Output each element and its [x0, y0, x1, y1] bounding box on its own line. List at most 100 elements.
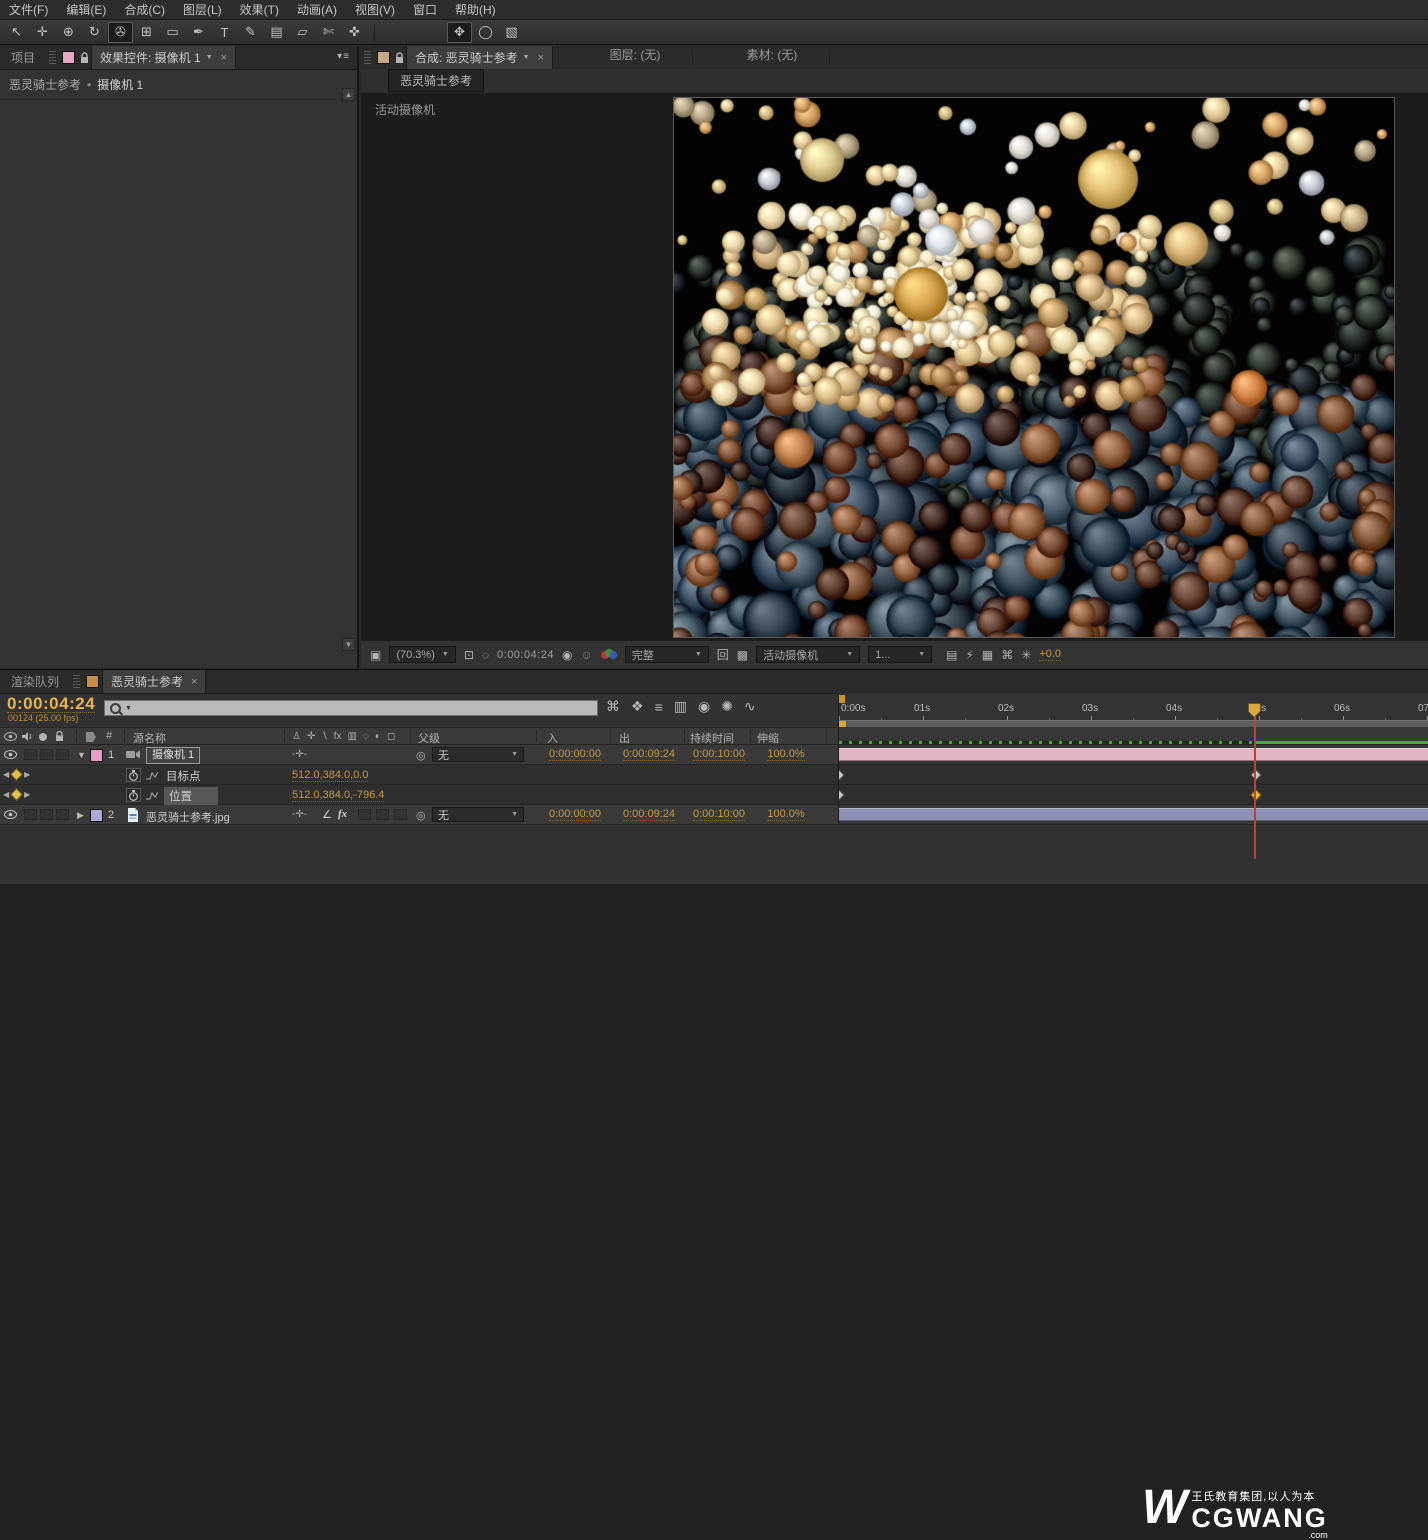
eye-column-icon[interactable] — [4, 732, 17, 741]
shy-column-icon[interactable]: ♙ — [292, 731, 301, 742]
3d-column-icon[interactable]: ◻ — [387, 731, 395, 742]
next-keyframe-icon[interactable]: ▶ — [24, 790, 30, 799]
graph-toggle-icon[interactable] — [146, 771, 158, 780]
motion-blur-column-icon[interactable]: ◌ — [363, 731, 369, 742]
tab-effect-controls[interactable]: 效果控件: 摄像机 1 ▼ × — [91, 46, 236, 69]
eye-icon[interactable] — [4, 810, 17, 819]
brush-tool-icon[interactable]: ✎ — [238, 22, 263, 43]
layer-source-name[interactable]: 恶灵骑士参考.jpg — [146, 809, 230, 825]
graph-editor-icon[interactable]: ∿ — [744, 698, 756, 715]
motion-blur-toggle[interactable] — [376, 809, 389, 820]
layer-track[interactable] — [838, 745, 1428, 765]
comp-breadcrumb-button[interactable]: 恶灵骑士参考 — [388, 69, 484, 92]
out-column-header[interactable]: 出 — [619, 730, 630, 746]
property-value[interactable]: 512.0,384.0,-796.4 — [292, 789, 384, 802]
clone-stamp-tool-icon[interactable]: ▤ — [264, 22, 289, 43]
panel-gripper[interactable] — [364, 51, 371, 64]
keyframe-diamond[interactable] — [838, 769, 845, 780]
hand-tool-icon[interactable]: ✛ — [30, 22, 55, 43]
quality-switch-icon[interactable]: ∠ — [322, 808, 332, 821]
previous-keyframe-icon[interactable]: ◀ — [3, 790, 9, 799]
roto-brush-tool-icon[interactable]: ✄ — [316, 22, 341, 43]
table-row-property-poi[interactable]: ◀ ▶ 目标点 512.0,384.0,0.0 — [0, 765, 1428, 785]
viewer-timecode[interactable]: 0:00:04:24 — [497, 649, 554, 661]
playhead-line[interactable] — [1254, 716, 1256, 859]
layer-duration[interactable]: 0:00:10:00 — [693, 748, 745, 761]
comp-marker-bin[interactable] — [839, 695, 845, 703]
panel-menu-icon[interactable]: ▾≡ — [337, 51, 350, 62]
lock-column-icon[interactable] — [55, 731, 64, 742]
menu-item-7[interactable]: 窗口 — [404, 0, 446, 20]
tab-timeline-comp[interactable]: 恶灵骑士参考 × — [102, 670, 206, 693]
menu-item-2[interactable]: 合成(C) — [115, 0, 174, 20]
motion-blur-icon[interactable]: ◉ — [698, 698, 710, 715]
pick-whip-icon[interactable]: ◎ — [416, 749, 426, 762]
panel-gripper[interactable] — [49, 51, 56, 64]
previous-keyframe-icon[interactable]: ◀ — [3, 770, 9, 779]
parent-dropdown[interactable]: 无 ▼ — [432, 747, 524, 762]
work-area-bar[interactable] — [839, 720, 1428, 727]
expand-triangle-icon[interactable]: ▶ — [77, 810, 84, 821]
menu-item-4[interactable]: 效果(T) — [231, 0, 288, 20]
comp-mini-flowchart-icon[interactable]: ⌘ — [606, 698, 620, 715]
pick-whip-icon[interactable]: ◎ — [416, 809, 426, 822]
puppet-pin-tool-icon[interactable]: ✜ — [342, 22, 367, 43]
breadcrumb-comp-name[interactable]: 恶灵骑士参考 — [9, 78, 81, 92]
keyframe-navigator[interactable]: ◀ ▶ — [3, 790, 30, 799]
eye-icon[interactable] — [4, 750, 17, 759]
transparency-grid-icon[interactable]: ▩ — [737, 648, 748, 662]
collapse-column-icon[interactable]: ✛ — [307, 731, 315, 742]
duration-column-header[interactable]: 持续时间 — [690, 730, 734, 746]
stopwatch-icon[interactable] — [126, 768, 141, 782]
camera-tool-icon[interactable]: ✇ — [108, 22, 133, 43]
index-column-header[interactable]: # — [106, 730, 112, 742]
show-channels-icon[interactable] — [601, 649, 617, 661]
comp-flowchart-icon[interactable]: ⌘ — [1001, 648, 1013, 662]
view-axis-mode-icon[interactable]: ▧ — [499, 22, 524, 43]
source-name-column-header[interactable]: 源名称 — [133, 730, 166, 746]
adjustment-column-icon[interactable]: ◐ — [375, 731, 381, 742]
world-axis-mode-icon[interactable]: ◯ — [473, 22, 498, 43]
parent-dropdown[interactable]: 无 ▼ — [432, 807, 524, 822]
selection-tool-icon[interactable]: ↖ — [4, 22, 29, 43]
safe-zones-icon[interactable]: ⊡ — [464, 648, 474, 662]
view-layout-dropdown[interactable]: 1... ▼ — [868, 646, 932, 663]
exposure-value[interactable]: +0.0 — [1039, 648, 1061, 661]
zoom-tool-icon[interactable]: ⊕ — [56, 22, 81, 43]
layer-duration[interactable]: 0:00:10:00 — [693, 808, 745, 821]
chevron-down-icon[interactable]: ▼ — [206, 54, 213, 61]
timeline-search-field[interactable]: ▼ — [104, 700, 598, 716]
stopwatch-icon[interactable] — [126, 788, 141, 802]
snapshot-icon[interactable]: ◉ — [562, 648, 572, 662]
show-snapshot-icon[interactable]: ☺ — [581, 648, 593, 662]
solo-toggle[interactable] — [40, 809, 53, 820]
fx-column-icon[interactable]: fx — [334, 731, 342, 742]
close-icon[interactable]: × — [221, 52, 227, 64]
graph-toggle-icon[interactable] — [146, 791, 158, 800]
scroll-up-button[interactable]: ▲ — [342, 88, 355, 101]
layer-track[interactable] — [838, 805, 1428, 825]
menu-item-6[interactable]: 视图(V) — [346, 0, 404, 20]
layer-duration-bar[interactable] — [839, 748, 1428, 761]
magnification-dropdown[interactable]: (70.3%) ▼ — [389, 646, 455, 663]
close-icon[interactable]: × — [538, 52, 544, 64]
keyframe-diamond[interactable] — [838, 789, 845, 800]
audio-toggle[interactable] — [24, 809, 37, 820]
local-axis-mode-icon[interactable]: ✥ — [447, 22, 472, 43]
keyframe-diamond[interactable] — [1250, 789, 1261, 800]
add-keyframe-icon[interactable] — [10, 788, 23, 801]
menu-item-8[interactable]: 帮助(H) — [446, 0, 505, 20]
table-row-layer-2[interactable]: ▶ 2 恶灵骑士参考.jpg -✛- ∠ fx ◎ 无 — [0, 805, 1428, 825]
tab-render-queue[interactable]: 渲染队列 — [0, 670, 70, 693]
layer-source-name[interactable]: 摄像机 1 — [146, 747, 200, 764]
scroll-down-button[interactable]: ▼ — [342, 638, 355, 651]
layer-duration-bar[interactable] — [839, 808, 1428, 821]
layer-label-swatch[interactable] — [90, 749, 103, 762]
label-column-icon[interactable] — [86, 732, 96, 742]
pan-behind-tool-icon[interactable]: ⊞ — [134, 22, 159, 43]
keyframe-diamond[interactable] — [1250, 769, 1261, 780]
timeline-button-icon[interactable]: ▦ — [982, 648, 993, 662]
shy-layers-icon[interactable]: ≡ — [655, 699, 663, 715]
chevron-down-icon[interactable]: ▼ — [125, 705, 132, 712]
pen-tool-icon[interactable]: ✒ — [186, 22, 211, 43]
